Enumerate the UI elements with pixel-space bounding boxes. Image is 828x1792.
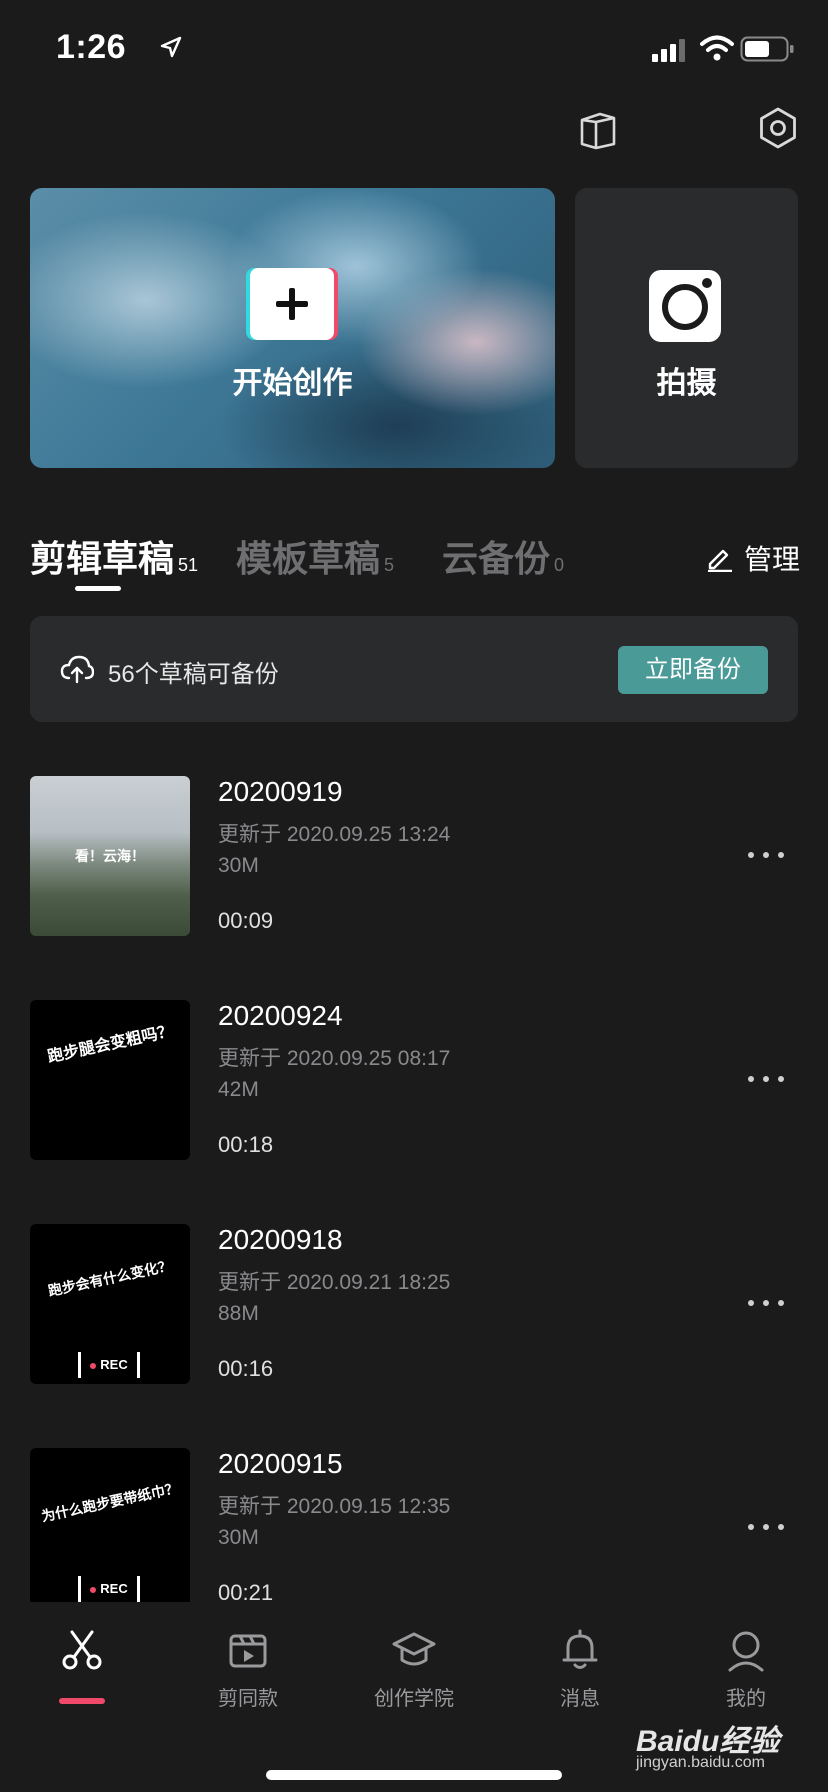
draft-thumbnail: 为什么跑步要带纸巾？ REC: [30, 1448, 190, 1602]
draft-updated-time: 更新于 2020.09.21 18:25: [218, 1271, 451, 1294]
camera-icon: [649, 270, 721, 342]
cellular-signal-icon: [652, 39, 685, 62]
active-tab-indicator: [75, 586, 121, 591]
more-options-icon[interactable]: [746, 1298, 786, 1308]
tab-count: 51: [178, 555, 199, 575]
draft-item[interactable]: 跑步腿会变粗吗？ 20200924 更新于 2020.09.25 08:17 4…: [0, 1000, 828, 1160]
tab-template-drafts[interactable]: 模板草稿 5: [236, 530, 394, 582]
draft-title: 20200924: [218, 1000, 343, 1031]
more-options-icon[interactable]: [746, 1074, 786, 1084]
tab-count: 5: [384, 555, 395, 575]
start-creating-card[interactable]: 开始创作: [30, 188, 555, 468]
graduation-cap-icon: [392, 1632, 436, 1666]
battery-icon: [740, 36, 794, 62]
record-dot-icon: [90, 1362, 97, 1369]
clapper-icon: [229, 1634, 267, 1668]
tab-count: 0: [554, 555, 565, 575]
more-options-icon[interactable]: [746, 1522, 786, 1532]
scissors-icon: [62, 1630, 102, 1670]
draft-thumbnail: 看！云海！: [30, 776, 190, 936]
thumbnail-caption: 看！云海！: [75, 848, 145, 864]
location-arrow-icon: [160, 36, 182, 58]
draft-item[interactable]: 为什么跑步要带纸巾？ REC 20200915 更新于 2020.09.15 1…: [0, 1448, 828, 1602]
edit-pencil-icon: [707, 549, 732, 572]
baidu-watermark: Baidu经验 jingyan.baidu.com: [628, 1716, 808, 1776]
draft-thumbnail: 跑步腿会变粗吗？: [30, 1000, 190, 1160]
rec-label: REC: [100, 1581, 128, 1596]
manage-button[interactable]: 管理: [706, 538, 800, 578]
bell-icon: [562, 1629, 598, 1669]
thumbnail-caption: 为什么跑步要带纸巾？: [39, 1479, 181, 1525]
tab-label: 云备份: [442, 538, 551, 579]
watermark-domain: jingyan.baidu.com: [636, 1754, 765, 1771]
draft-tabs: 剪辑草稿 51 模板草稿 5 云备份 0 管理: [30, 530, 800, 591]
draft-duration: 00:09: [218, 908, 274, 933]
shoot-card[interactable]: 拍摄: [575, 188, 798, 468]
draft-title: 20200919: [218, 776, 343, 807]
draft-thumbnail: 跑步会有什么变化？ REC: [30, 1224, 190, 1384]
rec-badge: REC: [78, 1576, 140, 1602]
status-bar: 1:26: [0, 0, 828, 96]
nav-messages[interactable]: 消息: [520, 1628, 640, 1738]
tab-cloud-backup[interactable]: 云备份 0: [442, 530, 564, 582]
draft-duration: 00:18: [218, 1132, 274, 1157]
draft-updated-time: 更新于 2020.09.25 13:24: [218, 823, 451, 846]
tutorial-book-icon[interactable]: [576, 108, 620, 152]
plus-icon: [250, 268, 334, 340]
nav-label: 剪同款: [218, 1688, 278, 1710]
draft-file-size: 42M: [218, 1078, 259, 1101]
draft-updated-time: 更新于 2020.09.15 12:35: [218, 1495, 451, 1518]
draft-updated-time: 更新于 2020.09.25 08:17: [218, 1047, 451, 1070]
rec-badge: REC: [78, 1352, 140, 1378]
draft-duration: 00:21: [218, 1580, 274, 1602]
draft-item[interactable]: 跑步会有什么变化？ REC 20200918 更新于 2020.09.21 18…: [0, 1224, 828, 1384]
profile-icon: [728, 1631, 764, 1672]
start-creating-label: 开始创作: [232, 367, 353, 400]
backup-banner: 56个草稿可备份 立即备份: [30, 616, 798, 722]
draft-file-size: 30M: [218, 1526, 259, 1549]
status-time: 1:26: [56, 28, 127, 66]
draft-item[interactable]: 看！云海！ 20200919 更新于 2020.09.25 13:24 30M …: [0, 776, 828, 936]
draft-title: 20200915: [218, 1448, 343, 1479]
tab-edit-drafts[interactable]: 剪辑草稿 51: [30, 530, 198, 582]
draft-title: 20200918: [218, 1224, 343, 1255]
nav-label: 创作学院: [374, 1688, 454, 1710]
nav-active-indicator: [59, 1698, 105, 1704]
rec-label: REC: [100, 1357, 128, 1372]
more-options-icon[interactable]: [746, 850, 786, 860]
manage-label: 管理: [743, 544, 800, 575]
draft-file-size: 30M: [218, 854, 259, 877]
nav-label: 我的: [726, 1688, 766, 1710]
draft-file-size: 88M: [218, 1302, 259, 1325]
cloud-upload-icon: [60, 655, 94, 684]
nav-label: 消息: [560, 1688, 600, 1710]
wifi-icon: [700, 35, 734, 61]
nav-edit[interactable]: [22, 1628, 142, 1738]
draft-duration: 00:16: [218, 1356, 274, 1381]
draft-list: 看！云海！ 20200919 更新于 2020.09.25 13:24 30M …: [0, 776, 828, 1602]
backup-count-text: 56个草稿可备份: [108, 661, 279, 688]
tab-label: 剪辑草稿: [30, 538, 175, 579]
thumbnail-caption: 跑步腿会变粗吗？: [46, 1022, 175, 1067]
settings-gear-icon[interactable]: [756, 106, 800, 150]
backup-now-button[interactable]: 立即备份: [618, 646, 768, 694]
nav-academy[interactable]: 创作学院: [354, 1628, 474, 1738]
tab-label: 模板草稿: [236, 538, 381, 579]
nav-templates[interactable]: 剪同款: [188, 1628, 308, 1738]
home-indicator[interactable]: [266, 1770, 562, 1780]
record-dot-icon: [90, 1586, 97, 1593]
thumbnail-caption: 跑步会有什么变化？: [46, 1257, 174, 1299]
shoot-label: 拍摄: [656, 367, 717, 400]
